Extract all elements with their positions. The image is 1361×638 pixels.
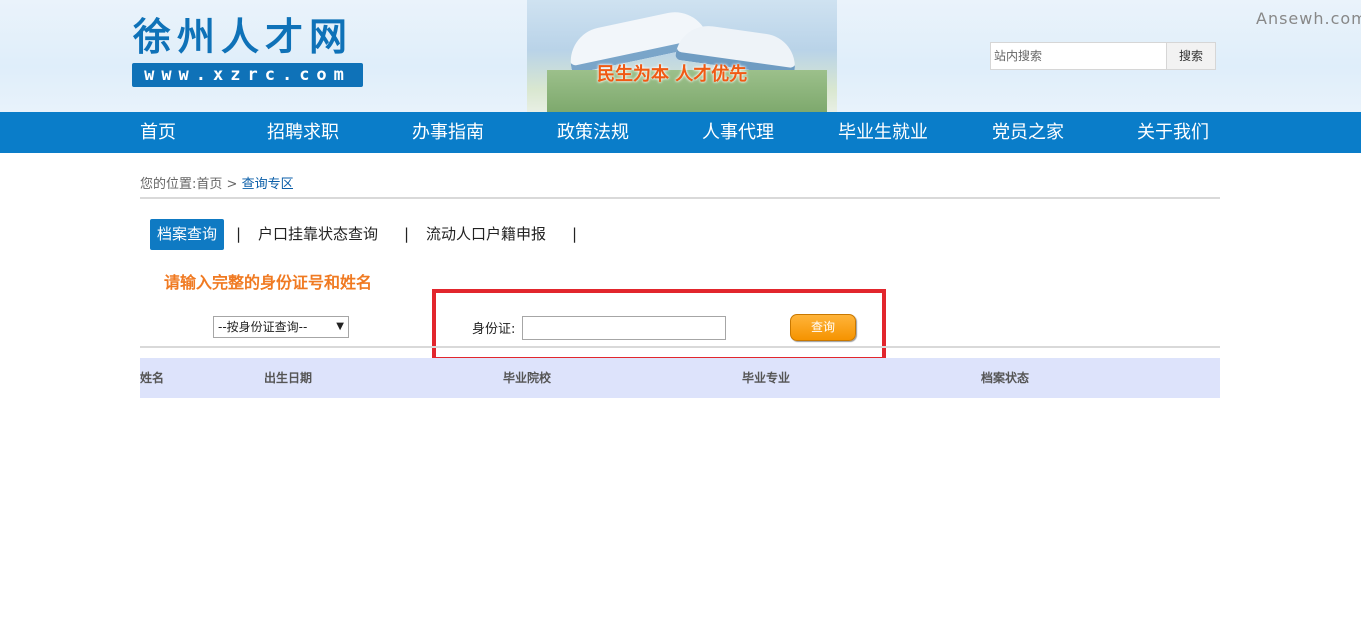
- column-header-school: 毕业院校: [503, 371, 552, 385]
- column-header-name: 姓名: [140, 371, 165, 385]
- query-type-select-value: --按身份证查询--: [218, 320, 308, 334]
- site-logo-title[interactable]: 徐州人才网: [133, 14, 353, 60]
- divider: [140, 346, 1220, 348]
- nav-item-policy[interactable]: 政策法规: [557, 112, 629, 153]
- tab-separator: |: [236, 225, 242, 243]
- site-logo-url[interactable]: www.xzrc.com: [132, 63, 363, 87]
- nav-item-graduates[interactable]: 毕业生就业: [838, 112, 928, 153]
- breadcrumb-prefix: 您的位置:: [140, 177, 197, 192]
- nav-item-jobs[interactable]: 招聘求职: [267, 112, 339, 153]
- breadcrumb-home-link[interactable]: 首页: [196, 177, 222, 192]
- banner-slogan: 民生为本 人才优先: [597, 64, 748, 85]
- breadcrumb-current[interactable]: 查询专区: [242, 177, 294, 192]
- nav-item-home[interactable]: 首页: [140, 112, 176, 153]
- query-type-select[interactable]: --按身份证查询-- ▼: [213, 316, 349, 338]
- breadcrumb-separator: >: [226, 177, 238, 192]
- column-header-major: 毕业专业: [742, 371, 791, 385]
- nav-item-guide[interactable]: 办事指南: [412, 112, 484, 153]
- tab-separator: |: [572, 225, 578, 243]
- breadcrumb: 您的位置:首页 > 查询专区: [140, 173, 294, 192]
- nav-item-agency[interactable]: 人事代理: [702, 112, 774, 153]
- site-search-input[interactable]: [990, 42, 1167, 70]
- main-nav: 首页 招聘求职 办事指南 政策法规 人事代理 毕业生就业 党员之家 关于我们: [0, 112, 1361, 153]
- chevron-down-icon: ▼: [336, 321, 344, 332]
- site-search-button[interactable]: 搜索: [1166, 42, 1216, 70]
- highlight-annotation-box: [432, 289, 886, 361]
- results-table-header: 姓名 出生日期 毕业院校 毕业专业 档案状态: [140, 358, 1220, 398]
- column-header-birth-date: 出生日期: [264, 371, 313, 385]
- tab-separator: |: [404, 225, 410, 243]
- site-search: 搜索: [990, 42, 1216, 70]
- column-header-archive-status: 档案状态: [981, 371, 1030, 385]
- nav-item-party[interactable]: 党员之家: [992, 112, 1064, 153]
- tab-archive-query[interactable]: 档案查询: [150, 219, 224, 250]
- nav-item-about[interactable]: 关于我们: [1137, 112, 1209, 153]
- form-notice: 请输入完整的身份证号和姓名: [164, 273, 373, 292]
- divider: [140, 197, 1220, 199]
- tab-hukou-status-query[interactable]: 户口挂靠状态查询: [258, 219, 378, 250]
- tab-floating-population-report[interactable]: 流动人口户籍申报: [426, 219, 546, 250]
- site-header: 徐州人才网 www.xzrc.com 民生为本 人才优先 Ansewh.com …: [0, 0, 1361, 112]
- watermark: Ansewh.com: [1256, 9, 1361, 28]
- header-banner-image: 民生为本 人才优先: [527, 0, 837, 112]
